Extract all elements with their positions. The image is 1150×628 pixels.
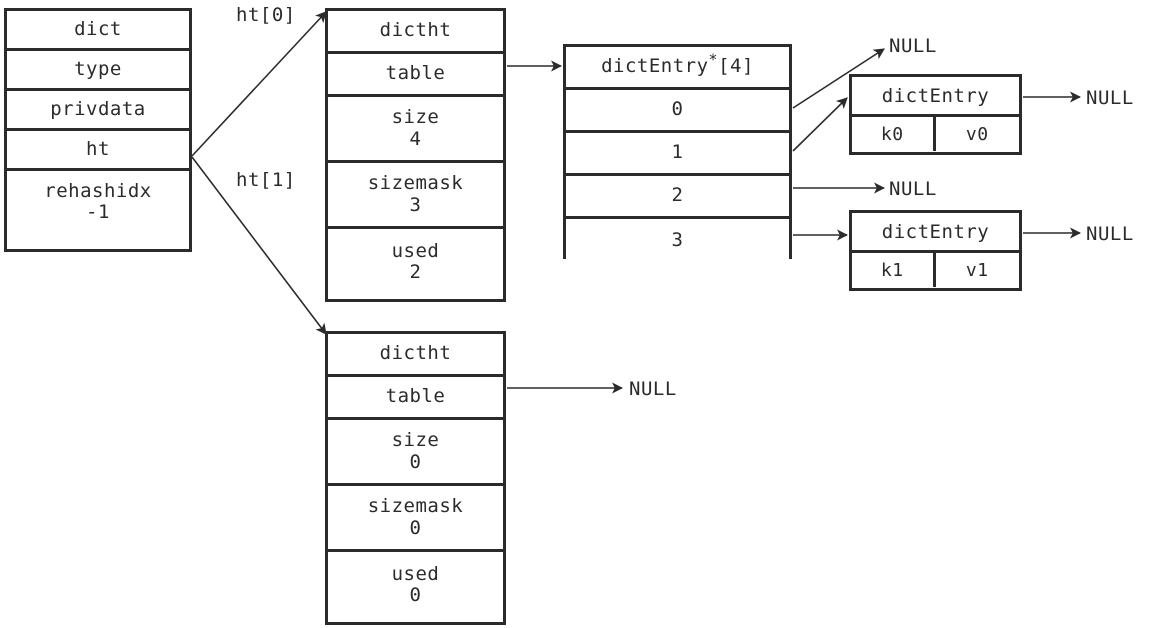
ht0-pointer-label: ht[0]: [236, 4, 296, 26]
bucket-slot-1-index: 1: [671, 141, 684, 164]
dictht0-field-used-label: used: [391, 239, 440, 262]
dictht0-field-table-label: table: [385, 62, 446, 85]
dictht0-field-size-value: 4: [409, 127, 422, 150]
dict-entry-0-header: dictEntry: [852, 77, 1019, 117]
pointer-star-icon: *: [708, 51, 719, 70]
bucket-array-size: [4]: [718, 55, 754, 78]
dictht0-field-sizemask: sizemask 3: [328, 163, 503, 229]
null-label-entry1-next: NULL: [1086, 223, 1134, 245]
dict-entry-0-value: v0: [965, 123, 989, 145]
dict-entry-1-kv-row: k1 v1: [852, 253, 1019, 287]
bucket-slot-2-index: 2: [671, 184, 684, 207]
dictht1-field-table-label: table: [385, 385, 446, 408]
dict-entry-0-key: k0: [852, 117, 936, 151]
wire-ht0: [191, 11, 327, 157]
dictht0-field-sizemask-label: sizemask: [367, 172, 464, 195]
bucket-slot-0-index: 0: [671, 98, 684, 121]
dictht0-header-label: dictht: [379, 19, 452, 42]
dict-entry-node-0: dictEntry k0 v0: [849, 74, 1022, 155]
dict-entry-0-kv-row: k0 v0: [852, 117, 1019, 151]
dictht1-field-sizemask: sizemask 0: [328, 486, 503, 552]
null-label-slot0: NULL: [889, 35, 937, 57]
dictht1-field-table: table: [328, 377, 503, 420]
dict-entry-1-header: dictEntry: [852, 213, 1019, 253]
bucket-slot-3: 3: [566, 219, 789, 262]
bucket-slot-2: 2: [566, 176, 789, 219]
bucket-slot-1: 1: [566, 133, 789, 176]
dictht1-field-used: used 0: [328, 552, 503, 618]
null-label-dictht1-table: NULL: [629, 378, 677, 400]
dictht1-field-sizemask-value: 0: [409, 516, 422, 539]
dictht1-field-size-value: 0: [409, 450, 422, 473]
bucket-slot-3-index: 3: [671, 228, 684, 251]
dictht0-field-used: used 2: [328, 229, 503, 295]
dictht0-field-size: size 4: [328, 97, 503, 163]
dictht1-field-size-label: size: [391, 429, 440, 452]
dict-entry-node-1: dictEntry k1 v1: [849, 210, 1022, 291]
dict-field-type: type: [7, 51, 189, 91]
diagram-canvas: dict type privdata ht rehashidx -1 ht[0]…: [0, 0, 1150, 628]
ht1-pointer-label: ht[1]: [236, 169, 296, 191]
dict-field-rehashidx-value: -1: [86, 201, 110, 223]
dict-field-ht-label: ht: [86, 137, 110, 160]
dict-struct: dict type privdata ht rehashidx -1: [4, 8, 192, 252]
dict-field-privdata: privdata: [7, 91, 189, 131]
dictht0-field-sizemask-value: 3: [409, 193, 422, 216]
dict-field-rehashidx-label: rehashidx: [44, 179, 152, 202]
null-label-slot2: NULL: [889, 178, 937, 200]
bucket-array-type-name: dictEntry: [601, 55, 709, 78]
dictht0-field-table: table: [328, 54, 503, 97]
dict-header-label: dict: [74, 17, 122, 40]
dictht0-header-cell: dictht: [328, 11, 503, 54]
dict-field-ht: ht: [7, 131, 189, 171]
wire-slot1-entry0: [792, 97, 848, 152]
null-label-entry0-next: NULL: [1086, 87, 1134, 109]
dictht1-header-cell: dictht: [328, 334, 503, 377]
bucket-slot-0: 0: [566, 90, 789, 133]
dictht0-struct: dictht table size 4 sizemask 3 used 2: [325, 8, 506, 302]
dict-field-rehashidx: rehashidx -1: [7, 171, 189, 233]
bucket-array-header-label: dictEntry*[4]: [601, 53, 754, 78]
dictht1-struct: dictht table size 0 sizemask 0 used 0: [325, 331, 506, 625]
dictht1-field-used-value: 0: [409, 584, 422, 606]
dictht1-field-used-label: used: [391, 562, 440, 585]
dictht1-field-size: size 0: [328, 420, 503, 486]
dictht1-field-sizemask-label: sizemask: [367, 495, 464, 518]
dictht0-field-size-label: size: [391, 106, 440, 129]
bucket-array-struct: dictEntry*[4] 0 1 2 3: [563, 44, 792, 262]
dictht0-field-used-value: 2: [409, 261, 422, 283]
dictht1-header-label: dictht: [379, 342, 452, 365]
dict-field-type-label: type: [74, 57, 122, 80]
dict-entry-1-value: v1: [965, 259, 989, 281]
dict-field-privdata-label: privdata: [50, 97, 146, 120]
dict-entry-1-key: k1: [852, 253, 936, 287]
bucket-array-header-cell: dictEntry*[4]: [566, 47, 789, 90]
dict-header-cell: dict: [7, 11, 189, 51]
